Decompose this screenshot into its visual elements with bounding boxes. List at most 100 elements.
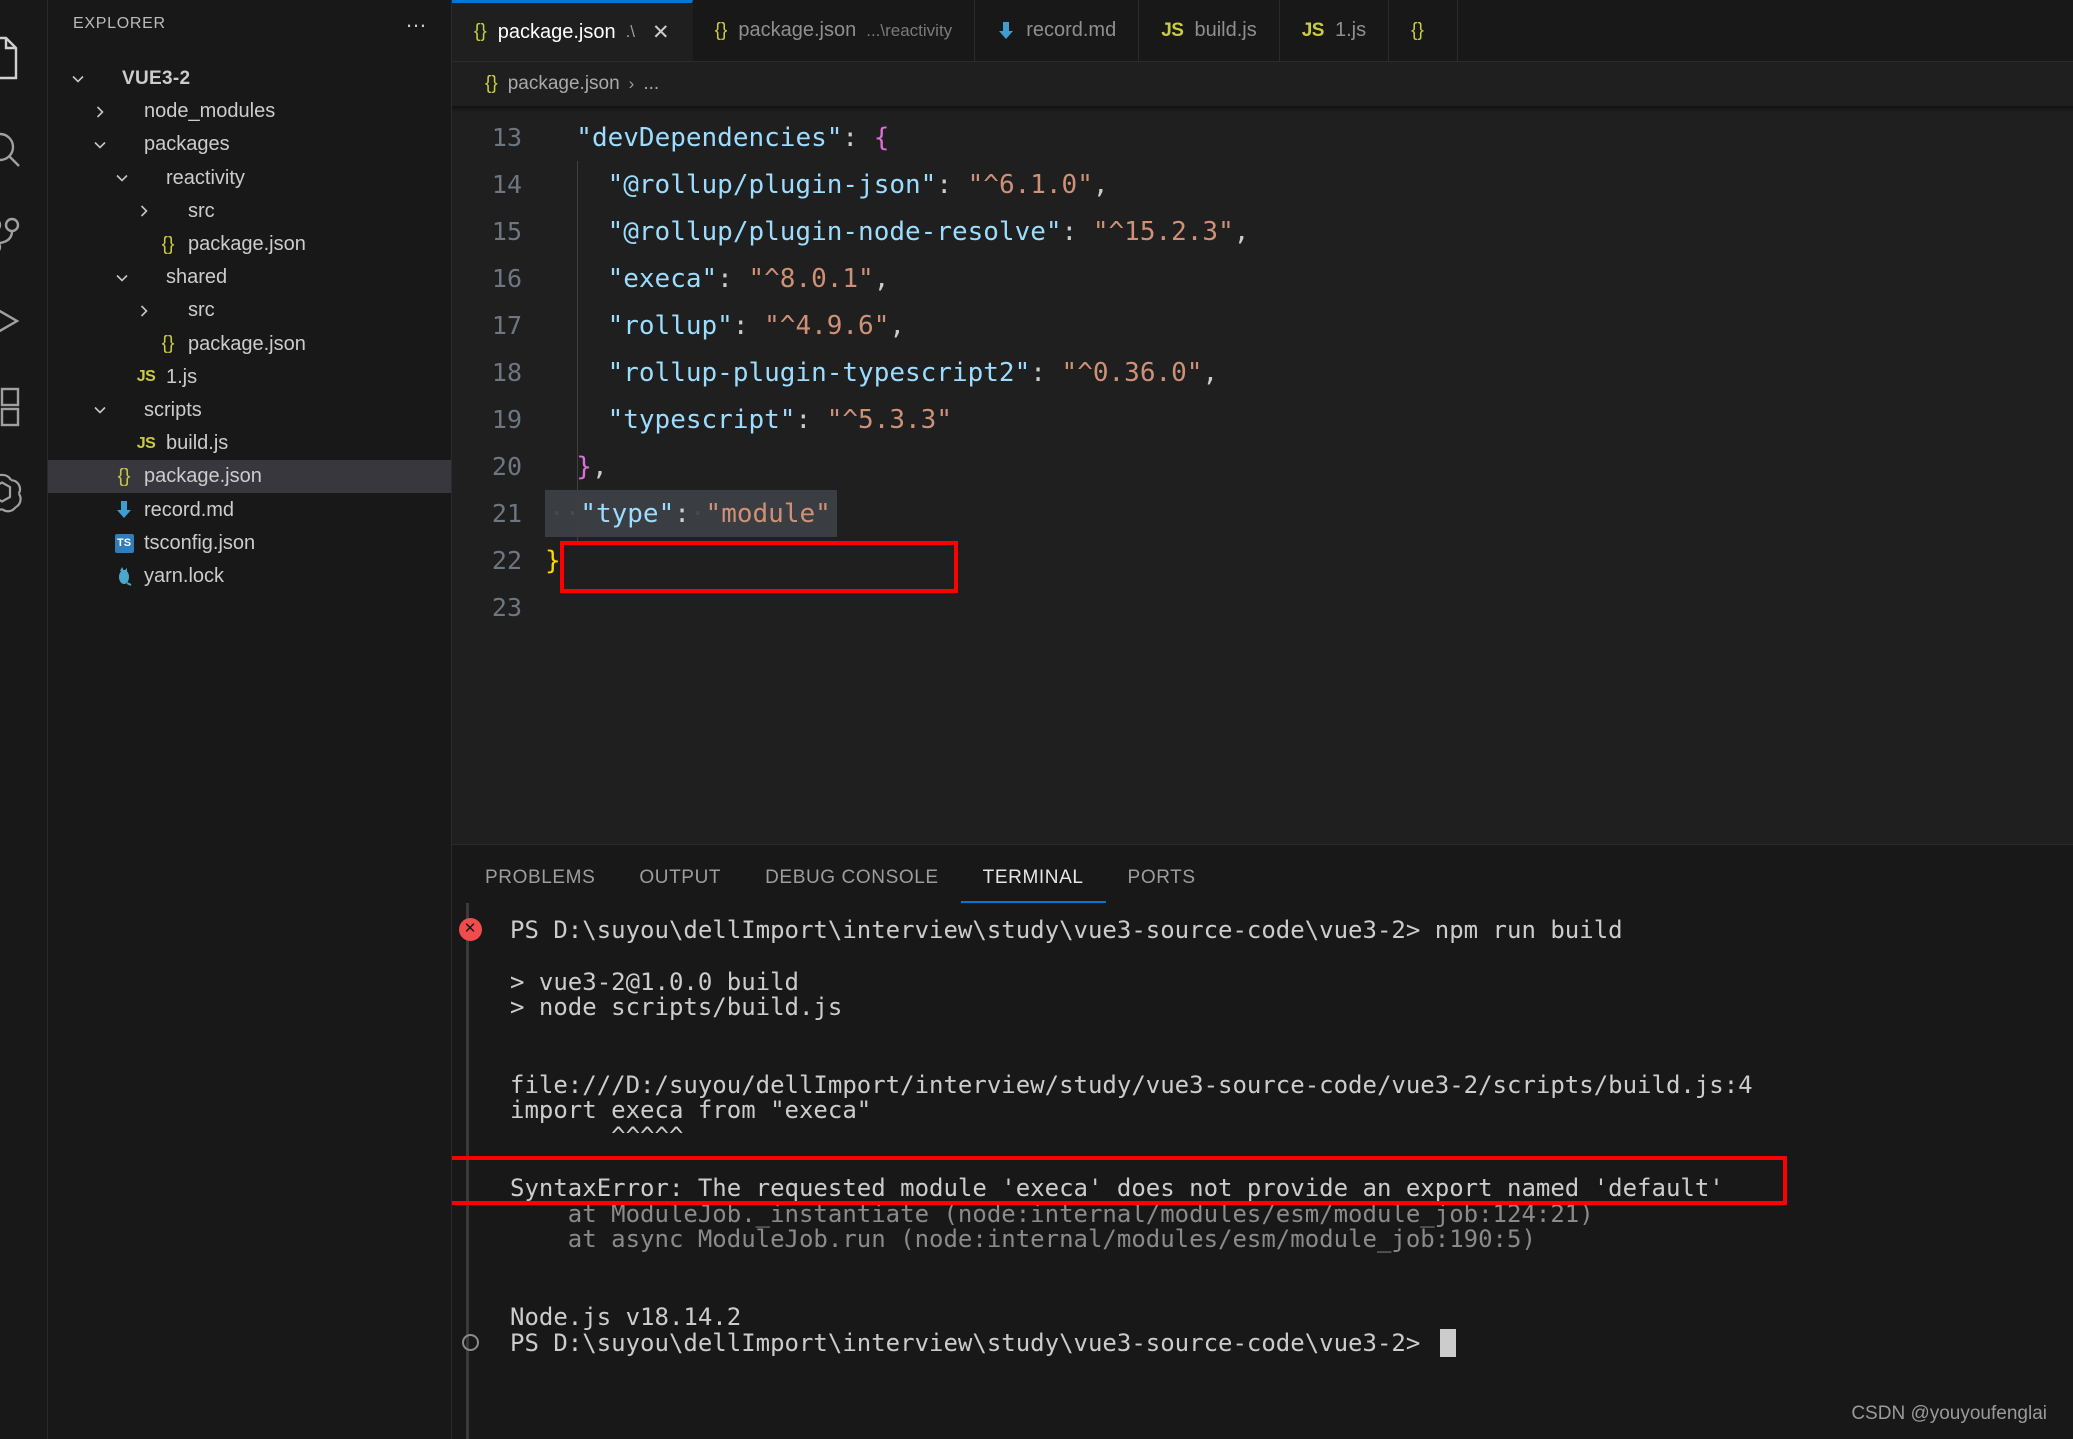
editor-tab-overflow[interactable]: {} bbox=[1389, 0, 1458, 61]
panel-tab-debug-console[interactable]: DEBUG CONSOLE bbox=[743, 867, 961, 903]
chevron-down-icon[interactable] bbox=[110, 170, 133, 186]
code-token: , bbox=[873, 263, 890, 294]
chevron-right-icon[interactable] bbox=[132, 303, 155, 319]
line-number: 13 bbox=[491, 123, 522, 152]
editor-tab-build.js[interactable]: JS build.js bbox=[1139, 0, 1280, 61]
chatgpt-icon[interactable] bbox=[0, 450, 26, 536]
typescript-file-icon: TS bbox=[111, 533, 137, 553]
tree-item-label: package.json bbox=[188, 233, 306, 256]
close-icon[interactable]: ✕ bbox=[652, 22, 670, 43]
tree-file-build.js[interactable]: JS build.js bbox=[48, 427, 451, 460]
code-line-18[interactable]: 18 "rollup-plugin-typescript2": "^0.36.0"… bbox=[452, 349, 2073, 396]
code-token: , bbox=[889, 310, 906, 341]
tree-root-vue3-2[interactable]: VUE3-2 bbox=[48, 62, 451, 95]
breadcrumb: {} package.json › ... bbox=[452, 62, 2073, 106]
code-line-16[interactable]: 16 "execa": "^8.0.1", bbox=[452, 255, 2073, 302]
editor-tab-record.md[interactable]: record.md bbox=[975, 0, 1140, 61]
run-debug-icon[interactable] bbox=[0, 278, 26, 364]
line-number: 20 bbox=[491, 452, 522, 481]
tree-item-label: packages bbox=[144, 133, 230, 156]
code-content: "typescript": "^5.3.3" bbox=[545, 405, 952, 435]
tree-item-label: node_modules bbox=[144, 100, 276, 123]
code-line-23[interactable]: 23 bbox=[452, 584, 2073, 631]
code-line-14[interactable]: 14 "@rollup/plugin-json": "^6.1.0", bbox=[452, 161, 2073, 208]
tab-label: package.json bbox=[497, 20, 616, 43]
chevron-right-icon[interactable] bbox=[88, 104, 111, 120]
panel-tab-ports[interactable]: PORTS bbox=[1106, 867, 1218, 903]
terminal-text: ^^^^^ bbox=[510, 1122, 684, 1151]
editor-tab-package.json[interactable]: {} package.json .\ ✕ bbox=[452, 0, 693, 61]
tree-file-yarn.lock[interactable]: yarn.lock bbox=[48, 560, 451, 593]
terminal-output[interactable]: ✕ PS D:\suyou\dellImport\interview\study\… bbox=[452, 903, 2073, 1439]
code-line-15[interactable]: 15 "@rollup/plugin-node-resolve": "^15.2.… bbox=[452, 208, 2073, 255]
markdown-file-icon bbox=[997, 21, 1015, 41]
more-actions-icon[interactable]: … bbox=[405, 8, 429, 34]
tree-file-package.json[interactable]: {} package.json bbox=[48, 328, 451, 361]
code-content: "@rollup/plugin-json": "^6.1.0", bbox=[545, 170, 1109, 200]
code-token: "@rollup/plugin-node-resolve" bbox=[607, 216, 1062, 247]
tab-description: ...\reactivity bbox=[866, 20, 953, 40]
vscode-window: EXPLORER … VUE3-2 node_modules packages rea… bbox=[0, 0, 2073, 1439]
code-token: "^8.0.1" bbox=[748, 263, 874, 294]
extensions-icon[interactable] bbox=[0, 364, 26, 450]
tree-folder-node_modules[interactable]: node_modules bbox=[48, 95, 451, 128]
chevron-down-icon[interactable] bbox=[88, 137, 111, 153]
tree-file-package.json[interactable]: {} package.json bbox=[48, 460, 451, 494]
code-token: "^6.1.0" bbox=[967, 169, 1093, 200]
terminal-line: Node.js v18.14.2 bbox=[452, 1303, 2073, 1331]
panel-tab-terminal[interactable]: TERMINAL bbox=[960, 867, 1106, 903]
tree-folder-reactivity[interactable]: reactivity bbox=[48, 162, 451, 195]
tree-item-label: VUE3-2 bbox=[122, 67, 191, 89]
code-line-17[interactable]: 17 "rollup": "^4.9.6", bbox=[452, 302, 2073, 349]
code-token: "^0.36.0" bbox=[1061, 357, 1203, 388]
chevron-right-icon[interactable] bbox=[132, 203, 155, 219]
breadcrumb-tail[interactable]: ... bbox=[643, 73, 659, 95]
code-line-21[interactable]: 21 ·· "type": · "module" bbox=[452, 490, 2073, 537]
code-content: "rollup": "^4.9.6", bbox=[545, 311, 905, 341]
terminal-line: at ModuleJob._instantiate (node:internal… bbox=[452, 1200, 2073, 1228]
code-content: "@rollup/plugin-node-resolve": "^15.2.3"… bbox=[545, 216, 1250, 247]
source-control-icon[interactable] bbox=[0, 192, 26, 278]
tree-folder-scripts[interactable]: scripts bbox=[48, 394, 451, 427]
js-file-icon: JS bbox=[1161, 19, 1184, 41]
code-editor[interactable]: 13 "devDependencies": {14 "@rollup/plugin-… bbox=[452, 106, 2073, 844]
activity-bar bbox=[0, 0, 48, 1439]
explorer-icon[interactable] bbox=[0, 10, 26, 106]
panel-tab-problems[interactable]: PROBLEMS bbox=[485, 867, 617, 903]
tab-description: .\ bbox=[625, 22, 636, 41]
indent-guide bbox=[577, 161, 578, 490]
chevron-down-icon[interactable] bbox=[66, 71, 89, 87]
tree-file-record.md[interactable]: record.md bbox=[48, 493, 451, 526]
panel-tab-output[interactable]: OUTPUT bbox=[617, 867, 743, 903]
editor-scroll-shadow bbox=[452, 106, 2073, 112]
tree-folder-shared[interactable]: shared bbox=[48, 261, 451, 294]
breadcrumb-file[interactable]: package.json bbox=[508, 73, 620, 95]
code-line-22[interactable]: 22} bbox=[452, 537, 2073, 584]
tree-item-label: build.js bbox=[166, 432, 229, 455]
code-line-20[interactable]: 20}, bbox=[452, 443, 2073, 490]
tree-folder-packages[interactable]: packages bbox=[48, 128, 451, 161]
tree-folder-src[interactable]: src bbox=[48, 294, 451, 327]
json-file-icon: {} bbox=[161, 233, 175, 255]
tree-file-package.json[interactable]: {} package.json bbox=[48, 228, 451, 261]
tree-folder-src[interactable]: src bbox=[48, 195, 451, 228]
editor-tab-1.js[interactable]: JS 1.js bbox=[1279, 0, 1390, 61]
code-token: } bbox=[576, 451, 592, 482]
editor-area: {} package.json .\ ✕ {} package.json ...\react… bbox=[452, 0, 2073, 1439]
tree-item-label: tsconfig.json bbox=[144, 531, 256, 554]
code-line-13[interactable]: 13 "devDependencies": { bbox=[452, 114, 2073, 161]
code-token: : bbox=[732, 310, 765, 341]
chevron-down-icon[interactable] bbox=[88, 402, 111, 418]
search-icon[interactable] bbox=[0, 106, 26, 192]
explorer-title: EXPLORER bbox=[73, 15, 166, 32]
chevron-down-icon[interactable] bbox=[110, 270, 133, 286]
tree-item-label: record.md bbox=[144, 498, 235, 521]
code-line-19[interactable]: 19 "typescript": "^5.3.3" bbox=[452, 396, 2073, 443]
tree-file-1.js[interactable]: JS 1.js bbox=[48, 361, 451, 394]
tree-file-tsconfig.json[interactable]: TS tsconfig.json bbox=[48, 527, 451, 560]
tree-item-label: 1.js bbox=[166, 365, 198, 388]
editor-tab-package.json[interactable]: {} package.json ...\reactivity bbox=[692, 0, 976, 61]
